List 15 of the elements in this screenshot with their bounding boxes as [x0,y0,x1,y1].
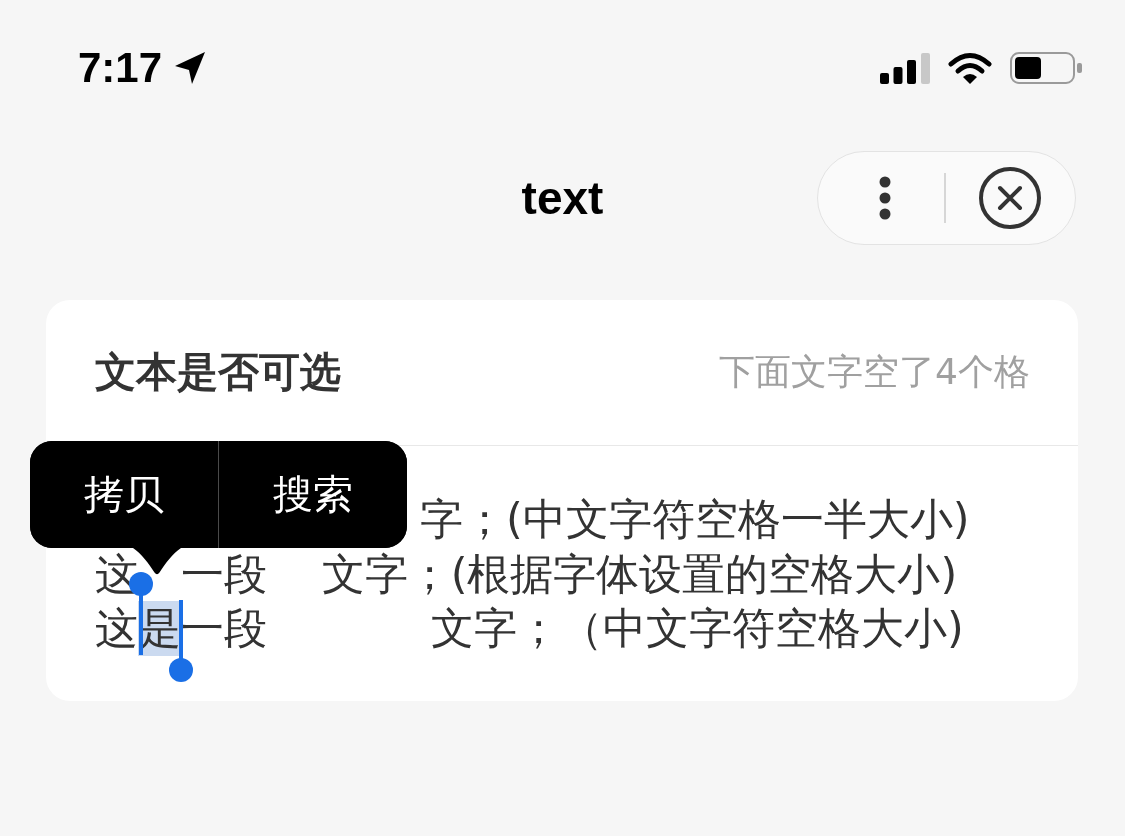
page-title: text [521,171,604,225]
signal-icon [880,52,930,84]
body-text: 一段 文字；(根据字体设置的空格大小) [181,547,958,601]
body-text: 这 [95,602,138,655]
more-icon[interactable] [878,176,892,220]
wifi-icon [948,52,992,84]
body-text: 字；(中文字符空格一半大小) [420,493,970,546]
card-note: 下面文字空了4个格 [719,350,1030,394]
body-text: 一段 文字；（中文字符空格大小) [181,602,964,655]
body-text: 这 [95,547,138,601]
close-icon[interactable] [979,167,1041,229]
status-time: 7:17 [78,47,163,89]
location-arrow-icon [174,51,207,85]
battery-icon [1010,52,1082,84]
card-title: 文本是否可选 [95,347,341,398]
